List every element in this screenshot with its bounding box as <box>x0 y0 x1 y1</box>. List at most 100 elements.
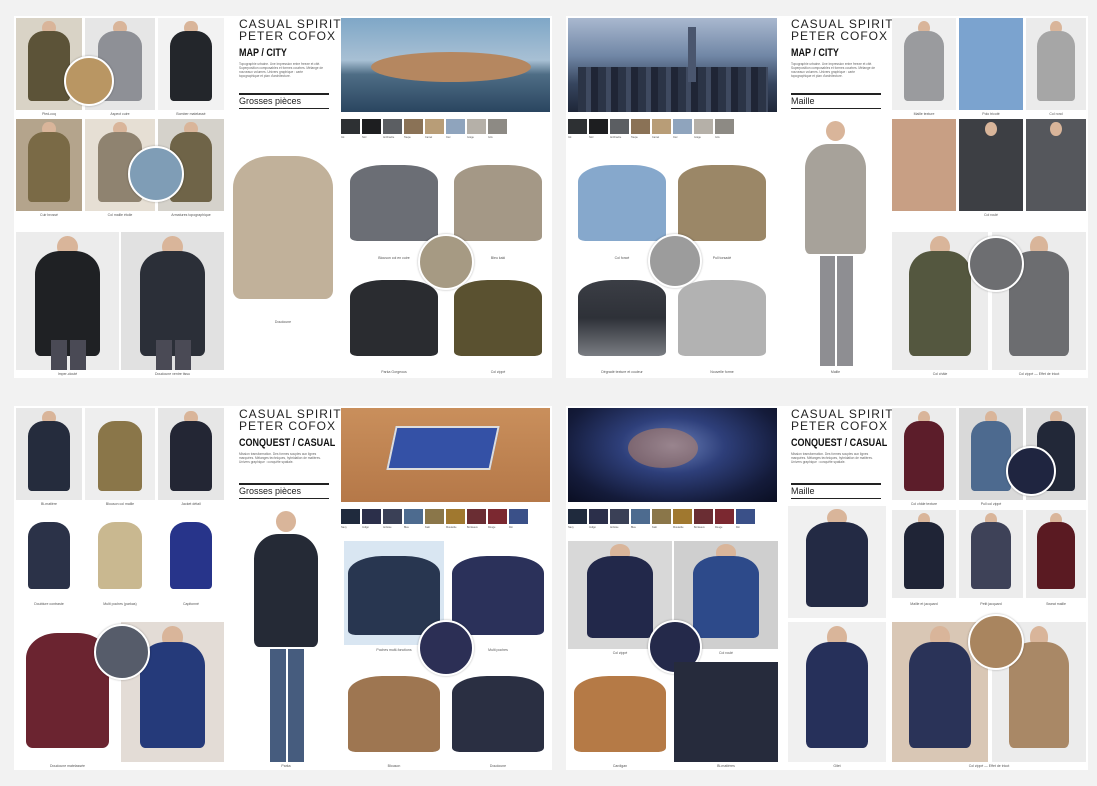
swatch-label: Grège <box>694 136 701 139</box>
detail-texture-circle <box>128 146 184 202</box>
packshot-navy-quilted-jacket <box>448 662 548 762</box>
swatch <box>715 119 734 134</box>
swatch-label: Bleu <box>631 526 637 529</box>
banner-city-skyline <box>568 18 777 112</box>
photo-closeup-1 <box>892 119 956 211</box>
caption: Aspect cuire <box>110 112 130 116</box>
banner-solar-rover <box>341 408 550 502</box>
photo-navy-zip-man <box>788 622 886 762</box>
board-top-left: Pied-coq Aspect cuire Bomber matelassé C… <box>14 16 552 378</box>
swatch-label: Camel <box>652 136 660 139</box>
swatch <box>715 509 734 524</box>
caption: Cuir brossé <box>40 213 58 217</box>
section-title: Maille <box>791 96 815 106</box>
swatch-label: Camel <box>425 136 433 139</box>
swatch-row: Ink Noir Anthracite Taupe Camel Ciel Grè… <box>341 119 550 147</box>
detail-camel-knit-circle <box>968 614 1024 670</box>
packshot-tan-jacket <box>344 662 444 762</box>
packshot-henley <box>674 151 770 251</box>
swatch-label: Bordeaux <box>467 526 478 529</box>
photo-contrast-lining <box>16 510 82 598</box>
caption: Pull col zippé <box>980 502 1002 506</box>
packshot-beige-bomber <box>448 151 548 251</box>
caption: Maille et jacquard <box>910 602 938 606</box>
swatch-label: Taupe <box>404 136 411 139</box>
swatch-label: Indigo <box>589 526 596 529</box>
photo-closeup-3 <box>1026 119 1086 211</box>
swatch <box>673 119 692 134</box>
brand-line-2: PETER COFOX <box>239 29 337 43</box>
photo-navy-cardigan-man <box>788 506 886 618</box>
section-title: Maille <box>791 486 815 496</box>
section-title: Grosses pièces <box>239 486 302 496</box>
caption: Jacket détail <box>181 502 201 506</box>
section-rule <box>239 483 329 485</box>
swatch <box>589 509 608 524</box>
swatch-label: Noir <box>362 136 367 139</box>
photo-closeup-2 <box>959 119 1023 211</box>
packshot-blue-sweater <box>574 151 670 251</box>
swatch-row: Navy Indigo Ardoise Bleu Kaki Moutarde B… <box>341 509 550 537</box>
packshot-camel-cardigan <box>568 662 672 762</box>
brand-line-2: PETER COFOX <box>791 419 889 433</box>
swatch-label: Roi <box>736 526 740 529</box>
swatch <box>610 119 629 134</box>
packshot-grey-blazer <box>674 266 770 366</box>
detail-collar-circle <box>1006 446 1056 496</box>
theme-blurb: Topographie urbaine. Une impression entr… <box>791 62 875 78</box>
theme-blurb: Mission transformation. Des formes soupl… <box>791 452 873 464</box>
caption: Col zippé <box>612 651 628 655</box>
caption: Polo tricoté <box>982 112 1000 116</box>
caption: Multi poches (parkas) <box>103 602 137 606</box>
swatch-label: Kaki <box>652 526 657 529</box>
photo-jacquard <box>959 510 1023 598</box>
caption: Col zippé — Effet de tricot <box>1018 372 1060 376</box>
detail-tweed-circle <box>968 236 1024 292</box>
caption: Doublure contraste <box>34 602 64 606</box>
photo-bi-material-zip <box>674 662 778 762</box>
theme-title: MAP / CITY <box>239 47 287 59</box>
brand-line-2: PETER COFOX <box>239 419 337 433</box>
swatch <box>736 509 755 524</box>
swatch <box>404 119 423 134</box>
swatch-label: Ink <box>341 136 345 139</box>
brand-line-2: PETER COFOX <box>791 29 889 43</box>
caption: Capitonné <box>183 602 199 606</box>
section-title: Grosses pièces <box>239 96 302 106</box>
caption: Col châle texture <box>910 502 938 506</box>
packshot-grey-jacket <box>344 151 444 251</box>
swatch-row: Ink Noir Anthracite Taupe Camel Ciel Grè… <box>568 119 777 147</box>
swatch-label: Ardoise <box>610 526 619 529</box>
caption: Col roulé <box>983 213 998 217</box>
swatch <box>568 509 587 524</box>
section-rule <box>239 108 329 109</box>
board-bottom-right: Navy Indigo Ardoise Bleu Kaki Moutarde B… <box>566 406 1088 770</box>
swatch <box>509 509 528 524</box>
swatch-label: Navy <box>568 526 574 529</box>
section-rule <box>791 93 881 95</box>
photo-blue-polo-knit <box>959 18 1023 110</box>
swatch-label: Kaki <box>425 526 430 529</box>
swatch-label: Rouge <box>488 526 496 529</box>
photo-burgundy-sweat <box>1026 510 1086 598</box>
caption: Poches multi-fonctions <box>376 648 412 652</box>
photo-quilted-bomber <box>158 18 224 110</box>
caption: Col rond <box>1049 112 1063 116</box>
caption: Gilet <box>833 764 841 768</box>
banner-galaxy <box>568 408 777 502</box>
swatch <box>446 119 465 134</box>
swatch-label: Rouge <box>715 526 723 529</box>
caption: Parka <box>281 764 291 768</box>
swatch-label: Indigo <box>362 526 369 529</box>
caption: Blouson col en cuire <box>378 256 410 260</box>
caption: Col maille étoile <box>107 213 133 217</box>
caption: Armatures topographique <box>171 213 211 217</box>
swatch-label: Bleu <box>404 526 410 529</box>
swatch-label: Ciel <box>446 136 451 139</box>
section-rule <box>239 93 329 95</box>
section-rule <box>791 108 881 109</box>
photo-model-navy-jacket <box>236 506 336 762</box>
swatch <box>362 509 381 524</box>
caption: Blouson <box>387 764 401 768</box>
caption: Maille texture <box>913 112 935 116</box>
